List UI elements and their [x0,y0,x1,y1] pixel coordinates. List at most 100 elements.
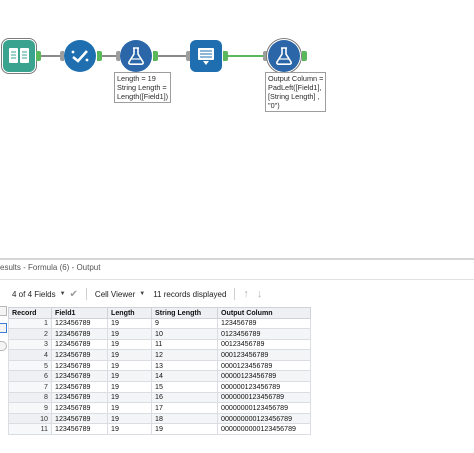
record-cell[interactable]: 2 [8,328,52,340]
column-header-field1[interactable]: Field1 [51,307,108,319]
record-cell[interactable]: 11 [8,423,52,436]
record-cell[interactable]: 10 [8,412,52,425]
field1-cell[interactable]: 123456789 [51,359,108,372]
output-column-cell[interactable]: 0000000123456789 [217,391,311,404]
connection-input-select [41,55,61,57]
output-column-cell[interactable]: 0123456789 [217,328,311,340]
table-row[interactable]: 10 123456789 19 18 000000000123456789 [8,412,311,425]
annotation-line: [String Length] , [268,92,320,101]
annotation-line: "0") [268,101,280,110]
table-row[interactable]: 9 123456789 19 17 00000000123456789 [8,402,311,414]
output-column-cell[interactable]: 000123456789 [217,349,311,361]
table-row[interactable]: 8 123456789 19 16 0000000123456789 [8,391,311,404]
table-row[interactable]: 6 123456789 19 14 00000123456789 [8,370,311,383]
table-row[interactable]: 7 123456789 19 15 000000123456789 [8,381,311,393]
table-body: 1 123456789 19 9 123456789 2 123456789 19 10 0123… [8,317,311,436]
length-cell[interactable]: 19 [107,381,152,393]
output-column-cell[interactable]: 123456789 [217,317,311,330]
string-length-cell[interactable]: 18 [151,412,218,425]
length-cell[interactable]: 19 [107,412,152,425]
workflow-canvas[interactable]: Length = 19 String Length = Length([Fiel… [0,0,474,258]
string-length-cell[interactable]: 14 [151,370,218,383]
length-cell[interactable]: 19 [107,391,152,404]
field1-cell[interactable]: 123456789 [51,338,108,351]
field1-cell[interactable]: 123456789 [51,391,108,404]
field1-cell[interactable]: 123456789 [51,381,108,393]
formula1-annotation: Length = 19 String Length = Length([Fiel… [114,72,172,103]
toolbar-separator [234,288,236,300]
string-length-cell[interactable]: 9 [151,317,218,330]
string-length-cell[interactable]: 19 [151,423,218,436]
select-tool[interactable] [64,40,96,72]
output-column-cell[interactable]: 00123456789 [217,338,311,351]
length-cell[interactable]: 19 [107,328,152,340]
cell-viewer-dropdown[interactable]: Cell Viewer ▼ [95,290,145,299]
table-row[interactable]: 2 123456789 19 10 0123456789 [8,328,311,340]
string-length-cell[interactable]: 17 [151,402,218,414]
output-column-cell[interactable]: 0000123456789 [217,359,311,372]
input-data-tool[interactable] [1,38,37,74]
caret-down-icon: ▼ [139,291,146,297]
output-column-cell[interactable]: 000000000123456789 [217,412,311,425]
output-column-cell[interactable]: 000000123456789 [217,381,311,393]
arrow-down-icon[interactable]: ↓ [257,288,263,300]
string-length-cell[interactable]: 11 [151,338,218,351]
field1-cell[interactable]: 123456789 [51,402,108,414]
pane-splitter[interactable] [0,258,474,260]
fields-label: 4 of 4 Fields [12,289,56,299]
column-header-record[interactable]: Record [8,307,52,319]
length-cell[interactable]: 19 [107,359,152,372]
field1-cell[interactable]: 123456789 [51,423,108,436]
length-cell[interactable]: 19 [107,349,152,361]
record-cell[interactable]: 1 [8,317,52,330]
browse-tool[interactable] [190,40,222,72]
side-search-button[interactable] [0,323,7,333]
string-length-cell[interactable]: 12 [151,349,218,361]
record-cell[interactable]: 4 [8,349,52,361]
formula2-annotation: Output Column = PadLeft([Field1], [Strin… [265,72,327,112]
checkmark-icon[interactable]: ✔ [70,289,78,300]
column-header-string-length[interactable]: String Length [151,307,218,319]
table-row[interactable]: 4 123456789 19 12 000123456789 [8,349,311,361]
select-check-icon [71,50,89,63]
field1-cell[interactable]: 123456789 [51,328,108,340]
record-cell[interactable]: 3 [8,338,52,351]
annotation-line: Output Column = [268,74,324,83]
length-cell[interactable]: 19 [107,423,152,436]
table-row[interactable]: 5 123456789 19 13 0000123456789 [8,359,311,372]
output-column-cell[interactable]: 00000000123456789 [217,402,311,414]
table-row[interactable]: 3 123456789 19 11 00123456789 [8,338,311,351]
formula-tool-2[interactable] [266,38,302,74]
record-cell[interactable]: 7 [8,381,52,393]
field1-cell[interactable]: 123456789 [51,349,108,361]
side-table-button[interactable] [0,306,7,316]
annotation-line: Length = 19 [117,74,156,83]
record-cell[interactable]: 5 [8,359,52,372]
length-cell[interactable]: 19 [107,402,152,414]
string-length-cell[interactable]: 16 [151,391,218,404]
table-row[interactable]: 11 123456789 19 19 0000000000123456789 [8,423,311,436]
side-filter-button[interactable] [0,341,7,351]
formula-tool-1[interactable] [120,40,152,72]
column-header-output-column[interactable]: Output Column [217,307,311,319]
output-column-cell[interactable]: 00000123456789 [217,370,311,383]
field1-cell[interactable]: 123456789 [51,412,108,425]
column-header-length[interactable]: Length [107,307,152,319]
record-cell[interactable]: 9 [8,402,52,414]
formula2-input-anchor[interactable] [263,51,267,61]
arrow-up-icon[interactable]: ↑ [243,288,249,300]
record-cell[interactable]: 8 [8,391,52,404]
length-cell[interactable]: 19 [107,370,152,383]
length-cell[interactable]: 19 [107,317,152,330]
output-column-cell[interactable]: 0000000000123456789 [217,423,311,436]
string-length-cell[interactable]: 13 [151,359,218,372]
field1-cell[interactable]: 123456789 [51,317,108,330]
string-length-cell[interactable]: 15 [151,381,218,393]
string-length-cell[interactable]: 10 [151,328,218,340]
length-cell[interactable]: 19 [107,338,152,351]
record-cell[interactable]: 6 [8,370,52,383]
field1-cell[interactable]: 123456789 [51,370,108,383]
table-row[interactable]: 1 123456789 19 9 123456789 [8,317,311,330]
fields-dropdown[interactable]: 4 of 4 Fields ▼ ✔ [12,289,78,300]
formula2-output-anchor[interactable] [302,51,307,61]
